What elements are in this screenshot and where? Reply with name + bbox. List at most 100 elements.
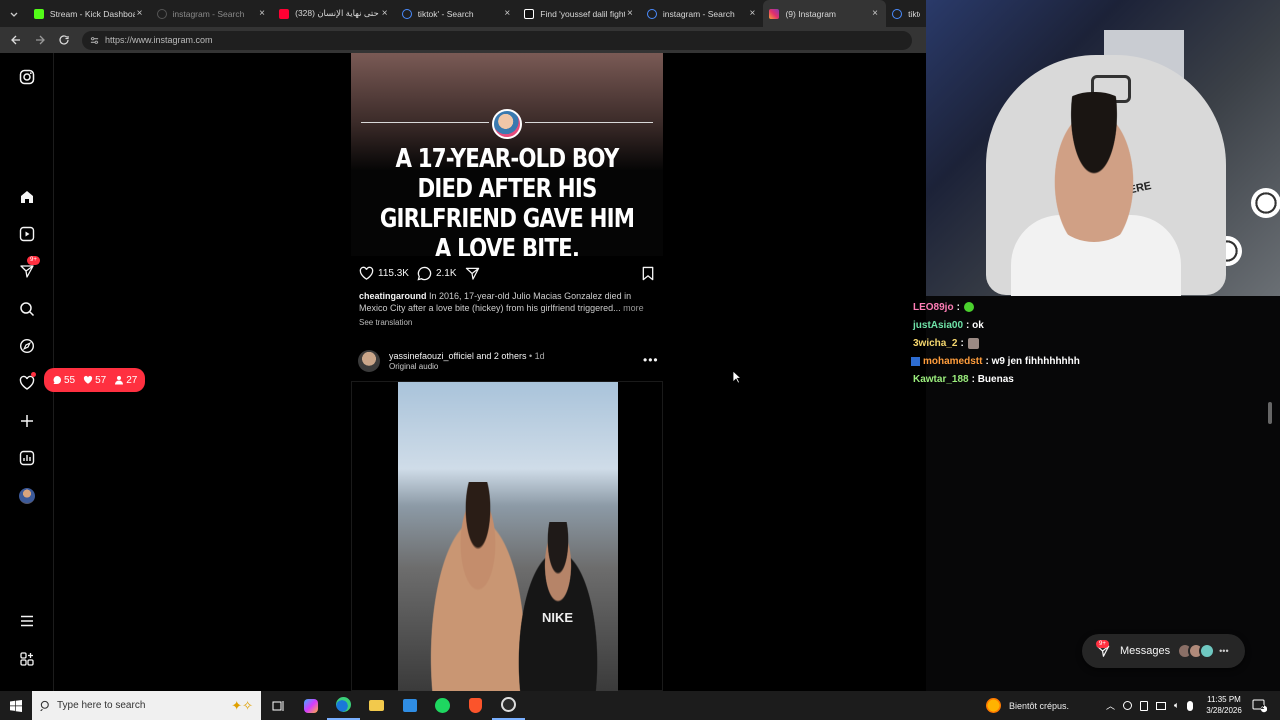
weather-widget[interactable]: Bientôt crépus. bbox=[986, 691, 1069, 720]
menu-icon bbox=[21, 615, 33, 627]
chat-username[interactable]: Kawtar_188 bbox=[913, 374, 969, 385]
follows-count: 27 bbox=[114, 375, 137, 386]
nav-messages[interactable]: 9+ bbox=[15, 256, 40, 283]
profile-avatar bbox=[19, 488, 35, 504]
insights-icon bbox=[19, 450, 35, 466]
close-tab-icon[interactable]: × bbox=[747, 8, 757, 19]
task-view-button[interactable] bbox=[261, 691, 294, 720]
like-button[interactable]: 115.3K bbox=[359, 266, 409, 281]
heart-filled-icon bbox=[84, 375, 93, 384]
chat-username[interactable]: mohamedstt bbox=[923, 356, 982, 367]
bookmark-icon bbox=[642, 266, 654, 281]
tab-instagram-search-2[interactable]: instagram - Search × bbox=[641, 0, 764, 27]
chat-username[interactable]: LEO89jo bbox=[913, 302, 954, 313]
close-tab-icon[interactable]: × bbox=[870, 8, 880, 19]
chevron-up-icon[interactable]: ︿ bbox=[1106, 699, 1115, 712]
comment-icon bbox=[417, 266, 432, 281]
taskbar-spotify[interactable] bbox=[426, 691, 459, 720]
comment-bubble-icon bbox=[53, 376, 61, 384]
taskbar-clock[interactable]: 11:35 PM 3/28/2026 bbox=[1200, 694, 1248, 716]
network-icon[interactable] bbox=[1156, 701, 1167, 710]
tab-instagram-search-1[interactable]: instagram - Search × bbox=[151, 0, 274, 27]
reload-button[interactable] bbox=[52, 28, 76, 52]
messages-badge: 9+ bbox=[27, 256, 40, 265]
volume-icon[interactable]: 🔈︎ bbox=[1174, 700, 1179, 711]
close-tab-icon[interactable]: × bbox=[502, 8, 512, 19]
tab-kick-dashboard[interactable]: Stream - Kick Dashboard × bbox=[28, 0, 151, 27]
nav-search[interactable] bbox=[15, 297, 39, 321]
post-author-avatar[interactable] bbox=[358, 350, 380, 372]
microphone-icon[interactable] bbox=[1187, 700, 1194, 711]
taskbar-brave[interactable] bbox=[459, 691, 492, 720]
edge-icon bbox=[336, 697, 351, 712]
post-options-button[interactable]: ••• bbox=[643, 353, 659, 367]
tab-tiktok-search[interactable]: tiktok' - Search × bbox=[396, 0, 519, 27]
site-settings-icon[interactable] bbox=[90, 36, 99, 45]
stream-chat: LEO89jo: justAsia00: ok 3wicha_2: mohame… bbox=[911, 296, 1280, 691]
reel-player[interactable]: NIKE bbox=[351, 381, 663, 692]
nav-profile[interactable] bbox=[15, 484, 39, 508]
reel-video[interactable]: NIKE bbox=[398, 382, 618, 692]
browser-tab-bar: Stream - Kick Dashboard × instagram - Se… bbox=[0, 0, 926, 27]
nav-dashboard[interactable] bbox=[15, 446, 39, 470]
taskbar-file-explorer[interactable] bbox=[360, 691, 393, 720]
chat-username[interactable]: justAsia00 bbox=[913, 320, 963, 331]
nav-create[interactable] bbox=[15, 409, 39, 433]
chat-username[interactable]: 3wicha_2 bbox=[913, 338, 957, 349]
close-tab-icon[interactable]: × bbox=[625, 8, 635, 19]
messages-button[interactable]: Messages ••• bbox=[1082, 634, 1245, 668]
weather-text: Bientôt crépus. bbox=[1009, 700, 1070, 711]
post-author-username[interactable]: yassinefaouzi_officiel bbox=[389, 351, 474, 361]
forward-button[interactable] bbox=[28, 28, 52, 52]
comment-button[interactable]: 2.1K bbox=[417, 266, 457, 281]
save-button[interactable] bbox=[641, 266, 655, 281]
record-icon[interactable] bbox=[1123, 701, 1133, 710]
send-icon bbox=[465, 267, 479, 280]
back-button[interactable] bbox=[4, 28, 28, 52]
soccer-ball bbox=[1251, 188, 1280, 218]
taskbar-copilot[interactable] bbox=[294, 691, 327, 720]
nav-notifications[interactable] bbox=[15, 371, 39, 395]
close-tab-icon[interactable]: × bbox=[257, 8, 267, 19]
chat-scrollbar[interactable] bbox=[1268, 402, 1272, 424]
sun-icon bbox=[986, 698, 1001, 713]
taskbar-store[interactable] bbox=[393, 691, 426, 720]
tab-title: instagram - Search bbox=[662, 8, 735, 19]
tab-youtube[interactable]: حتى نهاية الإنسان (328) ٔ × bbox=[273, 0, 396, 27]
post-audio-link[interactable]: Original audio bbox=[389, 362, 438, 371]
tab-title: حتى نهاية الإنسان (328) ٔ bbox=[295, 8, 380, 18]
search-icon bbox=[646, 8, 657, 19]
share-button[interactable] bbox=[465, 266, 480, 281]
avatar bbox=[1199, 643, 1216, 659]
nav-also-from-meta[interactable] bbox=[15, 647, 39, 671]
taskbar-obs[interactable] bbox=[492, 691, 525, 720]
close-tab-icon[interactable]: × bbox=[135, 8, 145, 19]
search-icon bbox=[40, 700, 49, 711]
heart-icon bbox=[359, 266, 374, 280]
activity-popup[interactable]: 55 57 27 bbox=[44, 368, 146, 392]
nav-explore[interactable] bbox=[15, 334, 39, 358]
caption-username[interactable]: cheatingaround bbox=[359, 291, 427, 301]
notification-center-button[interactable]: 2 bbox=[1252, 698, 1267, 713]
comments-count: 55 bbox=[52, 375, 75, 386]
taskbar-search[interactable]: Type here to search ✦✧ bbox=[32, 691, 261, 720]
instagram-logo[interactable] bbox=[15, 65, 39, 89]
post-media[interactable]: A 17-YEAR-OLD BOY DIED AFTER HIS GIRLFRI… bbox=[351, 53, 663, 256]
nav-more[interactable] bbox=[15, 609, 39, 633]
tab-tiktok-search-2[interactable]: tikto bbox=[886, 0, 926, 27]
tab-instagram[interactable]: (9) Instagram × bbox=[763, 0, 887, 27]
taskbar-edge[interactable] bbox=[327, 691, 360, 720]
nav-reels[interactable] bbox=[15, 222, 39, 246]
tab-search-menu-button[interactable] bbox=[0, 0, 28, 27]
tab-tiktok-find[interactable]: Find 'youssef dalil fight' × bbox=[518, 0, 641, 27]
chat-text: ok bbox=[972, 319, 984, 331]
see-translation-link[interactable]: See translation bbox=[359, 318, 412, 327]
start-button[interactable] bbox=[0, 691, 32, 720]
clock-date: 3/28/2026 bbox=[1206, 706, 1242, 715]
caption-more-link[interactable]: more bbox=[623, 303, 644, 313]
close-tab-icon[interactable]: × bbox=[380, 8, 390, 19]
post-coauthors[interactable]: and 2 others bbox=[476, 351, 526, 361]
nav-home[interactable] bbox=[15, 185, 39, 209]
address-bar[interactable]: https://www.instagram.com bbox=[82, 30, 912, 50]
device-icon[interactable] bbox=[1140, 700, 1149, 711]
